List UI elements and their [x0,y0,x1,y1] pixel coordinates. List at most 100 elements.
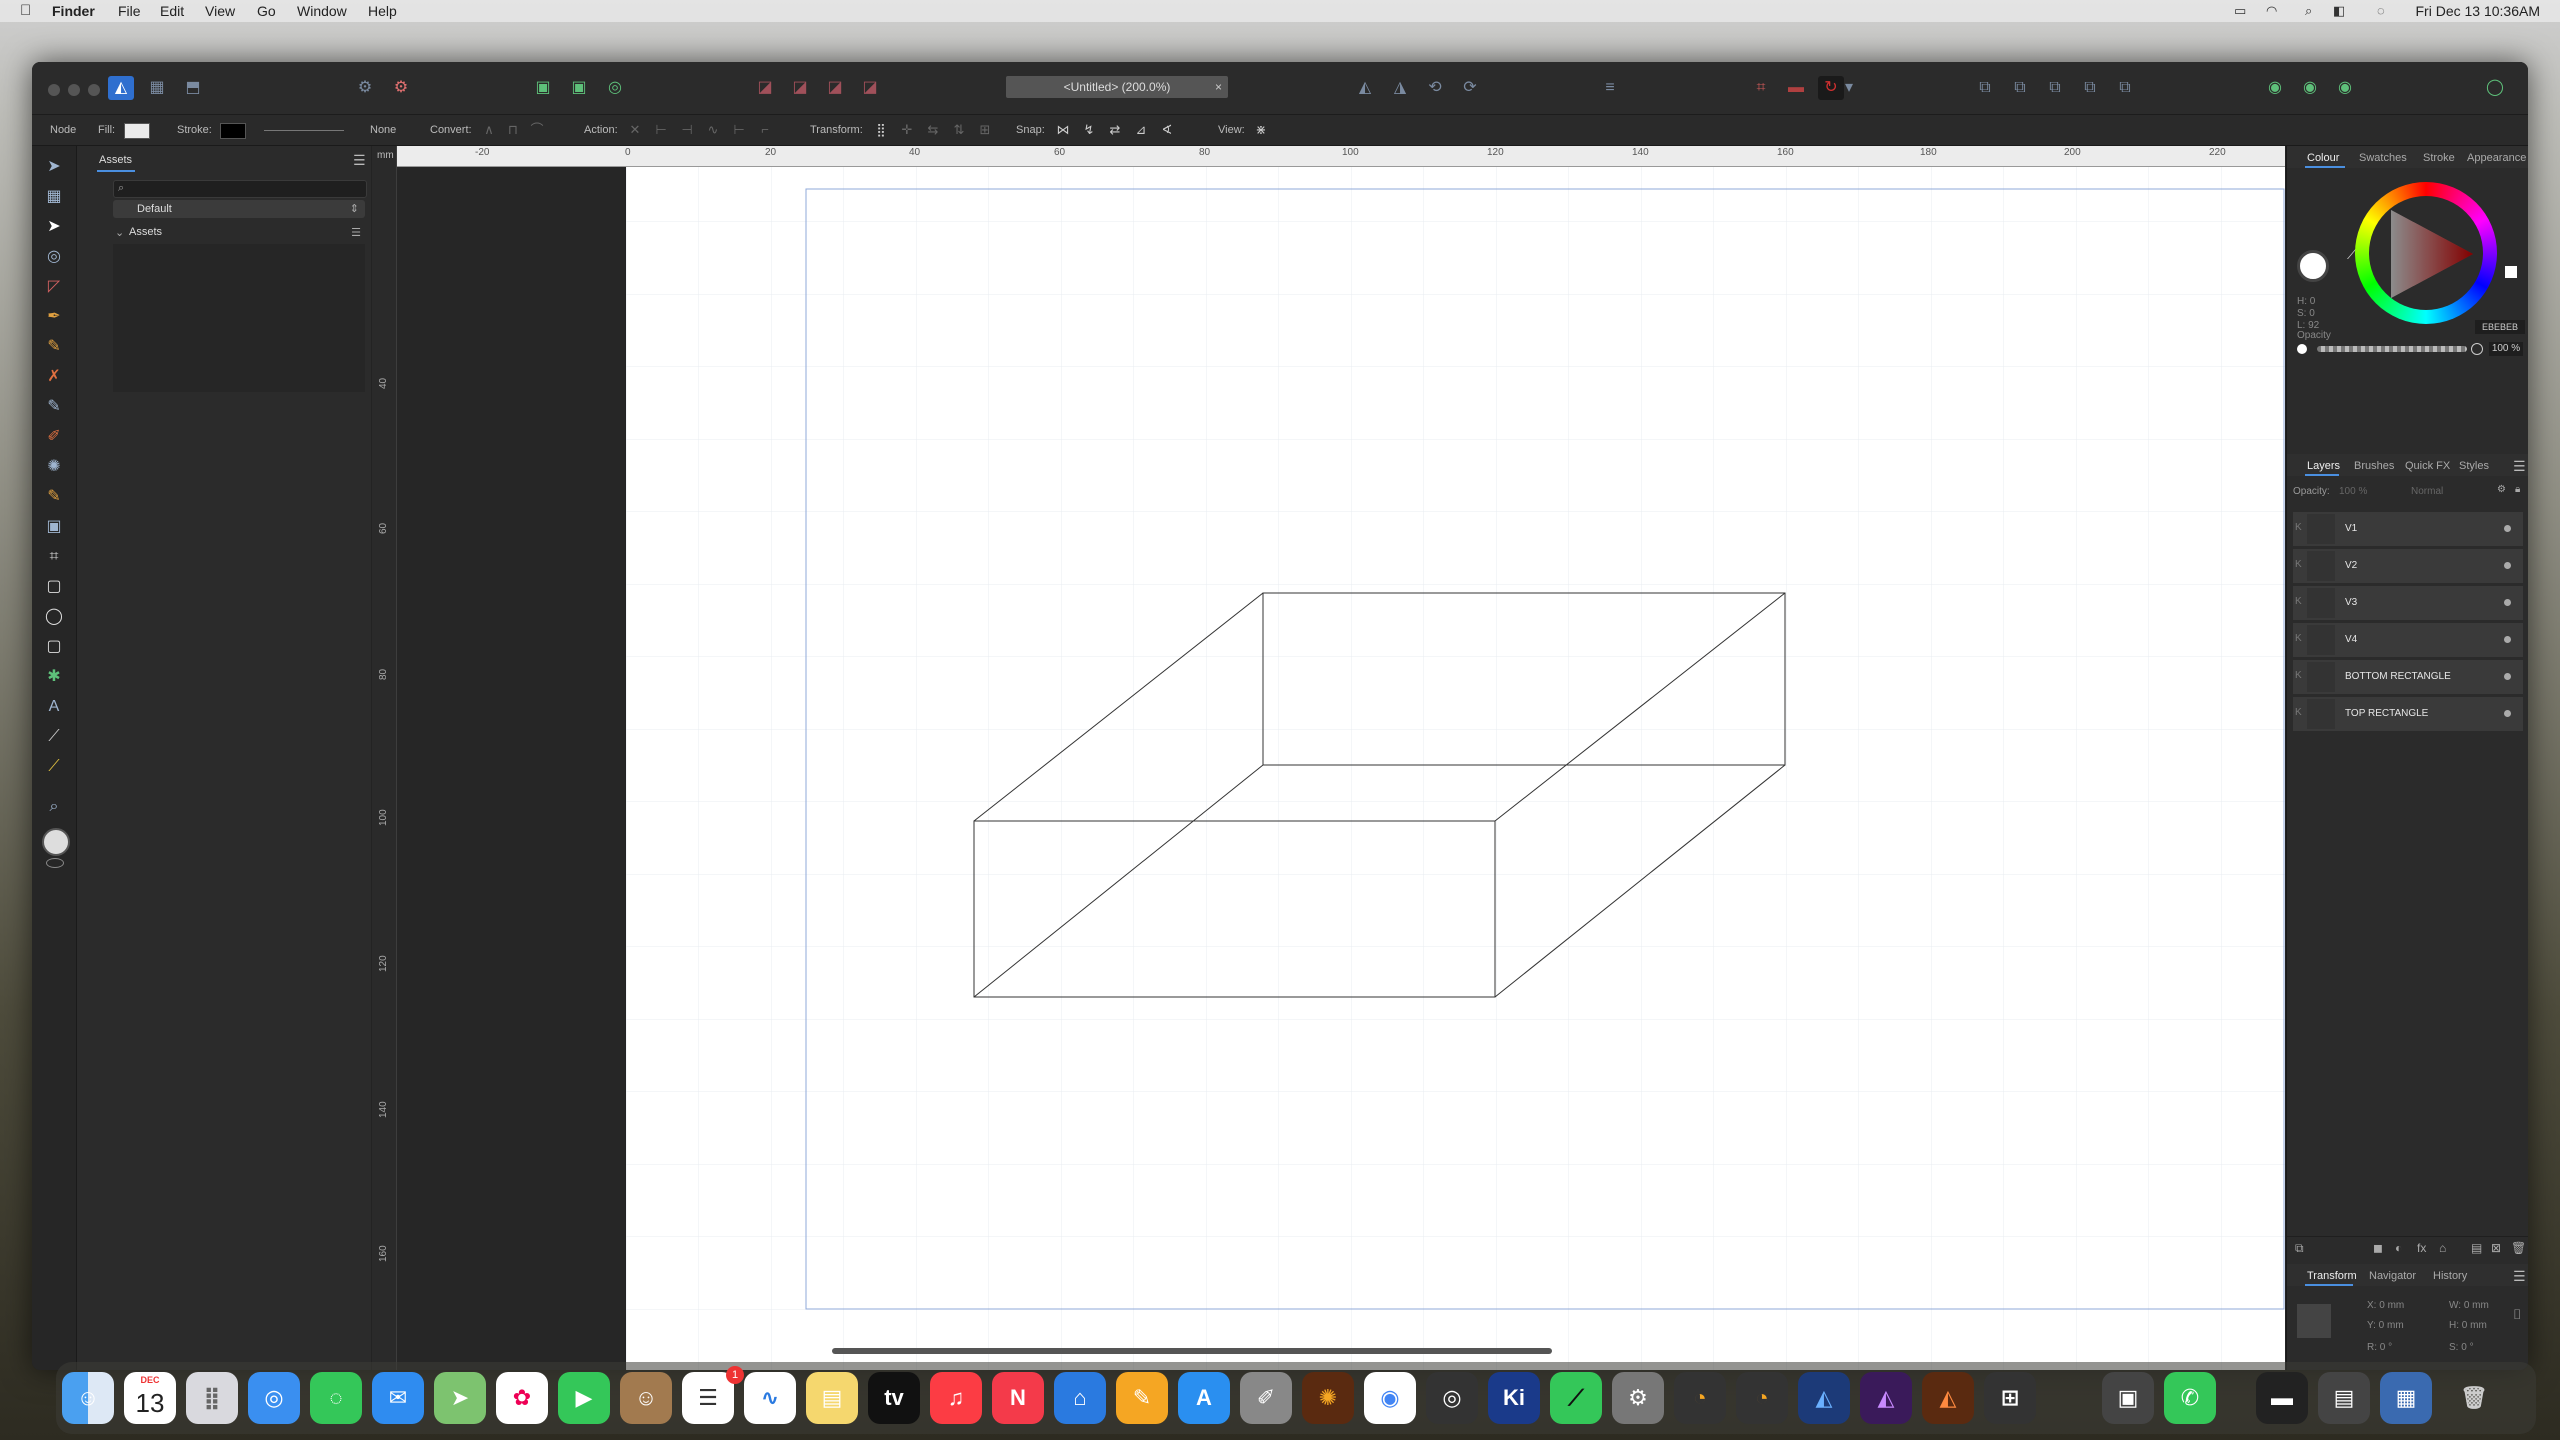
finder-icon[interactable]: ☺ [62,1372,114,1424]
pencil-tool-icon[interactable]: ✎ [43,336,65,358]
insert-target-icon[interactable]: ⌗ [1748,76,1774,100]
vector-brush-tool-icon[interactable]: ✗ [43,366,65,388]
tv-icon[interactable]: tv [868,1372,920,1424]
siri-icon[interactable]: ◌ [2377,3,2385,18]
recent-folder-icon[interactable]: ▬ [2256,1372,2308,1424]
pixel-brush-tool-icon[interactable]: ✺ [43,456,65,478]
tab-colour[interactable]: Colour [2307,152,2339,164]
flip-horizontal-icon[interactable]: ◭ [1352,76,1378,100]
y-field[interactable]: Y: 0 mm [2367,1320,2404,1331]
horizontal-scrollbar[interactable] [832,1348,1552,1354]
insert-dropdown-icon[interactable]: ▾ [1842,76,1856,100]
h-field[interactable]: H: 0 mm [2449,1320,2487,1331]
boolean-intersect-icon[interactable]: ◪ [822,76,848,100]
tab-transform[interactable]: Transform [2307,1270,2357,1282]
color-mode-swatch[interactable] [2505,266,2517,278]
tab-layers[interactable]: Layers [2307,460,2340,472]
mail-icon[interactable]: ✉ [372,1372,424,1424]
tab-styles[interactable]: Styles [2459,460,2489,472]
corner-tool-icon[interactable]: ◸ [43,276,65,298]
maps-icon[interactable]: ➤ [434,1372,486,1424]
opacity-slider-handle[interactable] [2471,343,2483,355]
action-reverse-icon[interactable]: ⊢ [730,121,748,139]
hsl-color-wheel[interactable] [2355,182,2497,324]
adjustment-icon[interactable]: ◐ [2395,1241,2402,1255]
share-icon[interactable]: ◉ [2262,76,2288,100]
safari-icon[interactable]: ◎ [248,1372,300,1424]
action-close-icon[interactable]: ⊢ [652,121,670,139]
stroke-color-well[interactable] [46,858,64,868]
rectangle-tool-icon[interactable]: ▢ [43,576,65,598]
layer-expand-icon[interactable]: K [2295,633,2302,644]
artistic-text-tool-icon[interactable]: A [43,696,65,718]
node-tool-icon[interactable]: ➤ [43,216,65,238]
layer-opacity-value[interactable]: 100 % [2339,486,2367,497]
layer-row[interactable]: K V4 [2293,623,2523,658]
action-join-icon[interactable]: ∿ [704,121,722,139]
pencil-app-icon[interactable]: ✐ [1240,1372,1292,1424]
pages-icon[interactable]: ✎ [1116,1372,1168,1424]
tab-navigator[interactable]: Navigator [2369,1270,2416,1282]
system-settings-icon[interactable]: ⚙ [1612,1372,1664,1424]
layer-row[interactable]: K V2 [2293,549,2523,584]
music-icon[interactable]: ♫ [930,1372,982,1424]
arrange-back-icon[interactable]: ⧉ [2077,76,2103,100]
paint-brush-tool-icon[interactable]: ✐ [43,426,65,448]
trash-icon[interactable]: 🗑︎ [2448,1372,2500,1424]
launchpad-icon[interactable]: ⣿ [186,1372,238,1424]
assets-search-input[interactable]: ⌕ [113,180,367,198]
tab-stroke[interactable]: Stroke [2423,152,2455,164]
layer-visibility-toggle[interactable] [2504,599,2511,606]
pixel-persona-icon[interactable]: ▦ [144,76,170,100]
ellipse-tool-icon[interactable]: ◯ [43,606,65,628]
assets-tab[interactable]: Assets [99,154,132,166]
arrange-front-icon[interactable]: ⧉ [1972,76,1998,100]
kindle-icon[interactable]: Ki [1488,1372,1540,1424]
fill-swatch[interactable] [124,123,150,139]
layer-visibility-toggle[interactable] [2504,636,2511,643]
color-picker-tool-icon[interactable]: ⟋ [43,726,65,748]
convert-sharp-icon[interactable]: ∧ [480,121,498,139]
assets-subcategory-header[interactable]: ⌄ Assets ☰ [113,226,365,242]
whatsapp-icon[interactable]: ✆ [2164,1372,2216,1424]
minimize-window-button[interactable] [68,84,80,96]
affinity-designer-icon[interactable]: ◭ [1798,1372,1850,1424]
control-center-icon[interactable]: ◧ [2333,3,2345,19]
chrome-icon[interactable]: ◉ [1364,1372,1416,1424]
artboard-tool-icon[interactable]: ▦ [43,186,65,208]
layer-visibility-toggle[interactable] [2504,710,2511,717]
action-smooth-icon[interactable]: ⊣ [678,121,696,139]
delete-layer-icon[interactable]: 🗑︎ [2511,1241,2526,1255]
arrange-group-icon[interactable]: ⧉ [2112,76,2138,100]
documents-stack-icon[interactable]: ▦ [2380,1372,2432,1424]
snap-mode-icon[interactable]: ▣ [530,76,556,100]
document-tab[interactable]: <Untitled> (200.0%) × [1006,76,1228,98]
settings-icon[interactable]: ⚙ [352,76,378,100]
freeform-icon[interactable]: ∿ [744,1372,796,1424]
x-field[interactable]: X: 0 mm [2367,1300,2404,1311]
point-transform-tool-icon[interactable]: ◎ [43,246,65,268]
boolean-add-icon[interactable]: ◪ [752,76,778,100]
search-icon[interactable]: ⌕ [2305,3,2312,19]
hex-input[interactable]: EBEBEB [2475,320,2525,334]
transparency-tool-icon[interactable]: ✎ [43,486,65,508]
layer-row[interactable]: K V3 [2293,586,2523,621]
boolean-divide-icon[interactable]: ◪ [857,76,883,100]
layer-expand-icon[interactable]: K [2295,707,2302,718]
view-nodes-icon[interactable]: ⋇ [1252,121,1270,139]
messages-icon[interactable]: ◌ [310,1372,362,1424]
games-icon[interactable]: ✺ [1302,1372,1354,1424]
wifi-icon[interactable]: ◠ [2266,3,2277,19]
close-document-icon[interactable]: × [1215,76,1222,98]
convert-smart-icon[interactable]: ⌒ [528,121,546,139]
assets-drop-area[interactable] [113,244,365,392]
snap-grid-icon[interactable]: ▣ [566,76,592,100]
designer-persona-icon[interactable]: ◭ [108,76,134,100]
transform-distribute-icon[interactable]: ⇅ [950,121,968,139]
layer-row[interactable]: K BOTTOM RECTANGLE [2293,660,2523,695]
display-icon[interactable]: ▭ [2234,3,2246,19]
fill-color-circle[interactable] [2297,250,2329,282]
measure-tool-icon[interactable]: ⟋ [43,756,65,778]
layer-settings-icon[interactable]: ⚙ [2497,484,2506,495]
move-tool-icon[interactable]: ➤ [43,156,65,178]
